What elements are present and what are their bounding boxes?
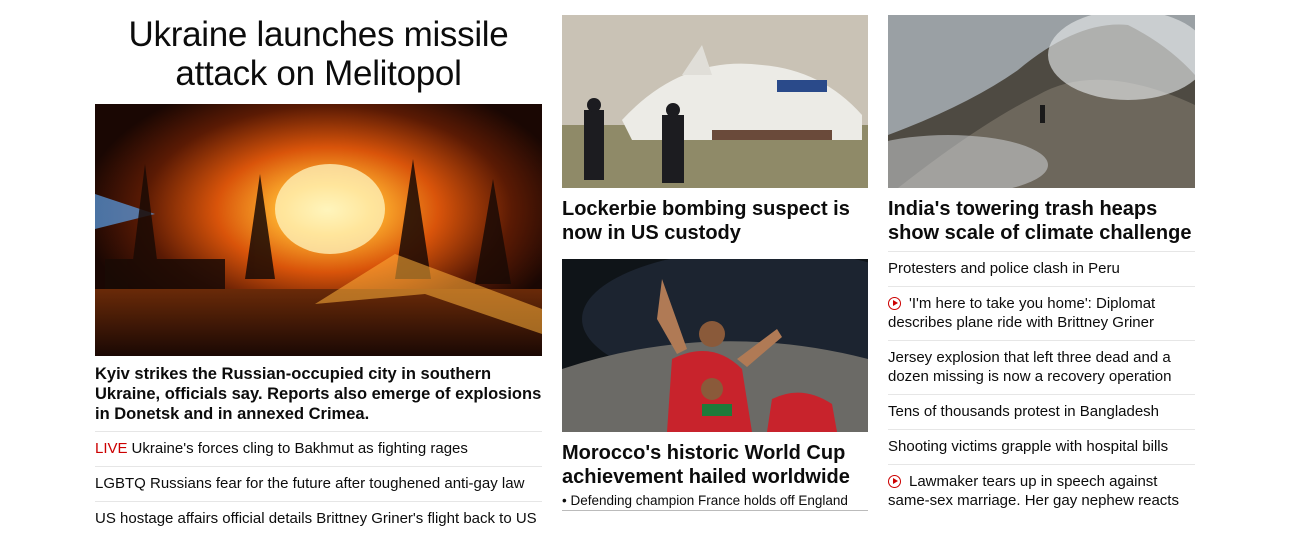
trash-headline[interactable]: India's towering trash heaps show scale … <box>888 197 1195 245</box>
link-text: Tens of thousands protest in Bangladesh <box>888 403 1160 420</box>
middle-stories: Lockerbie bombing suspect is now in US c… <box>562 0 868 511</box>
morocco-image[interactable] <box>562 259 868 432</box>
list-item[interactable]: Protesters and police clash in Peru <box>888 251 1195 286</box>
list-item[interactable]: Lawmaker tears up in speech against same… <box>888 464 1195 518</box>
right-headline-list: Protesters and police clash in Peru 'I'm… <box>888 251 1195 518</box>
landfill-image <box>888 15 1195 188</box>
video-play-icon <box>888 475 901 488</box>
morocco-headline[interactable]: Morocco's historic World Cup achievement… <box>562 441 868 489</box>
link-text: LGBTQ Russians fear for the future after… <box>95 475 525 492</box>
list-item[interactable]: Tens of thousands protest in Bangladesh <box>888 394 1195 429</box>
lead-related-links: LIVE Ukraine's forces cling to Bakhmut as… <box>95 431 542 536</box>
lockerbie-headline[interactable]: Lockerbie bombing suspect is now in US c… <box>562 197 868 245</box>
link-text: Ukraine's forces cling to Bakhmut as fig… <box>131 440 468 457</box>
list-item[interactable]: Jersey explosion that left three dead an… <box>888 340 1195 394</box>
lockerbie-image[interactable] <box>562 15 868 188</box>
link-text: Jersey explosion that left three dead an… <box>888 349 1172 385</box>
lead-image[interactable] <box>95 104 542 356</box>
link-text: Shooting victims grapple with hospital b… <box>888 438 1169 455</box>
lead-summary[interactable]: Kyiv strikes the Russian-occupied city i… <box>95 364 542 424</box>
lead-headline[interactable]: Ukraine launches missile attack on Melit… <box>95 15 542 93</box>
link-text: 'I'm here to take you home': Diplomat de… <box>888 295 1156 331</box>
fire-night-image <box>95 104 542 356</box>
video-play-icon <box>888 297 901 310</box>
list-item[interactable]: LGBTQ Russians fear for the future after… <box>95 466 542 501</box>
plane-wreckage-image <box>562 15 868 188</box>
football-celebration-image <box>562 259 868 432</box>
right-stories: India's towering trash heaps show scale … <box>888 0 1195 518</box>
trash-heap-image[interactable] <box>888 15 1195 188</box>
list-item[interactable]: Shooting victims grapple with hospital b… <box>888 429 1195 464</box>
list-item[interactable]: 'I'm here to take you home': Diplomat de… <box>888 286 1195 340</box>
list-item[interactable]: US hostage affairs official details Brit… <box>95 501 542 536</box>
link-text: Lawmaker tears up in speech against same… <box>888 473 1179 509</box>
list-item[interactable]: LIVE Ukraine's forces cling to Bakhmut as… <box>95 431 542 466</box>
lead-story: Ukraine launches missile attack on Melit… <box>95 0 542 536</box>
link-text: Protesters and police clash in Peru <box>888 260 1120 277</box>
link-text: US hostage affairs official details Brit… <box>95 510 537 527</box>
live-label: LIVE <box>95 440 128 457</box>
morocco-sub-link[interactable]: • Defending champion France holds off En… <box>562 492 868 511</box>
